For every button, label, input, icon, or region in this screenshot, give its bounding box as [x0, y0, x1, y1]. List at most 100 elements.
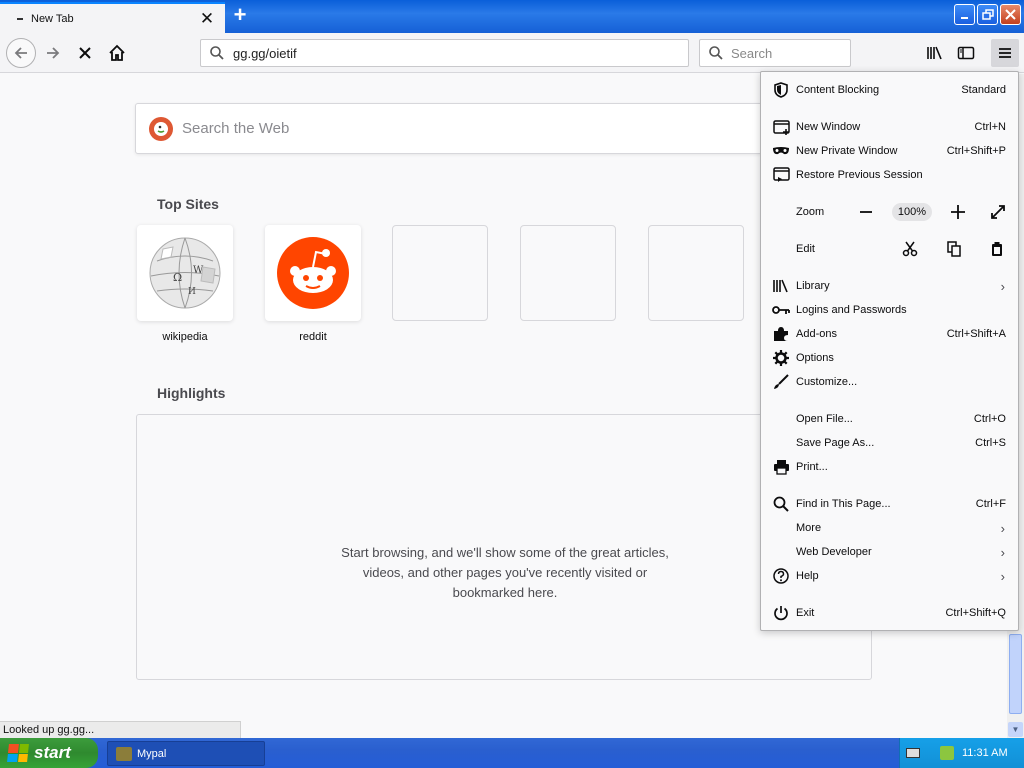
menu-shortcut: Ctrl+Shift+A	[946, 328, 1006, 340]
stop-button[interactable]	[71, 39, 99, 67]
menu-item-content-blocking[interactable]: Content Blocking Standard	[761, 79, 1018, 101]
start-label: start	[34, 743, 71, 762]
url-bar[interactable]: gg.gg/oietif	[200, 39, 689, 67]
top-site-tile-reddit[interactable]	[265, 225, 361, 321]
top-site-tile-empty[interactable]	[392, 225, 488, 321]
app-menu-panel: Content Blocking Standard New Window Ctr…	[760, 71, 1019, 631]
close-icon	[1005, 9, 1016, 20]
menu-item-addons[interactable]: Add-ons Ctrl+Shift+A	[761, 323, 1018, 345]
power-icon	[772, 604, 790, 622]
search-icon	[709, 46, 723, 60]
new-tab-button[interactable]: +	[230, 4, 250, 26]
close-window-button[interactable]	[1000, 4, 1021, 25]
menu-item-help[interactable]: Help ›	[761, 565, 1018, 587]
shield-icon	[772, 81, 790, 99]
menu-shortcut: Ctrl+S	[975, 437, 1006, 449]
menu-item-zoom: Zoom 100%	[761, 201, 1018, 223]
restore-icon	[981, 8, 994, 20]
menu-label: Logins and Passwords	[796, 304, 907, 316]
menu-item-library[interactable]: Library ›	[761, 275, 1018, 297]
menu-label: Open File...	[796, 413, 853, 425]
arrow-left-icon	[14, 47, 27, 59]
menu-label: Help	[796, 570, 819, 582]
start-button[interactable]: start	[0, 738, 98, 768]
taskbar-item-mypal[interactable]: Mypal	[107, 741, 265, 766]
windows-logo-icon	[7, 744, 29, 762]
search-bar[interactable]: Search	[699, 39, 851, 67]
help-icon	[772, 567, 790, 585]
title-bar: New Tab ✕ +	[0, 0, 1024, 33]
stop-x-icon	[79, 47, 91, 59]
top-site-tile-empty[interactable]	[520, 225, 616, 321]
taskbar: start Mypal 11:31 AM	[0, 738, 1024, 768]
restore-button[interactable]	[977, 4, 998, 25]
menu-item-find[interactable]: Find in This Page... Ctrl+F	[761, 493, 1018, 515]
menu-item-open-file[interactable]: Open File... Ctrl+O	[761, 408, 1018, 430]
fullscreen-icon[interactable]	[987, 201, 1009, 223]
menu-item-exit[interactable]: Exit Ctrl+Shift+Q	[761, 602, 1018, 624]
menu-item-customize[interactable]: Customize...	[761, 371, 1018, 393]
menu-item-print[interactable]: Print...	[761, 456, 1018, 478]
home-icon	[109, 44, 125, 61]
menu-separator	[761, 399, 1018, 400]
sidebar-icon	[957, 46, 975, 60]
menu-item-options[interactable]: Options	[761, 347, 1018, 369]
back-button[interactable]	[6, 38, 36, 68]
menu-label: Add-ons	[796, 328, 837, 340]
menu-separator	[761, 107, 1018, 108]
app-menu-button[interactable]	[991, 39, 1019, 67]
menu-label: New Private Window	[796, 145, 898, 157]
menu-item-edit: Edit	[761, 238, 1018, 260]
paintbrush-icon	[772, 373, 790, 391]
menu-item-logins[interactable]: Logins and Passwords	[761, 299, 1018, 321]
menu-shortcut: Ctrl+N	[974, 121, 1006, 133]
chevron-right-icon: ›	[1000, 520, 1005, 536]
tab-new-tab[interactable]: New Tab ✕	[0, 2, 225, 33]
scroll-down-arrow-icon[interactable]: ▼	[1008, 722, 1023, 737]
zoom-out-icon[interactable]	[855, 201, 877, 223]
minimize-button[interactable]	[954, 4, 975, 25]
sidebar-button[interactable]	[952, 39, 980, 67]
menu-item-save-page[interactable]: Save Page As... Ctrl+S	[761, 432, 1018, 454]
keyboard-icon[interactable]	[906, 748, 920, 758]
library-button[interactable]	[921, 39, 949, 67]
system-tray: 11:31 AM	[899, 738, 1024, 768]
duckduckgo-icon	[149, 116, 173, 141]
minimize-icon	[960, 16, 968, 19]
svg-text:Ω: Ω	[173, 271, 182, 284]
network-icon[interactable]	[940, 746, 954, 760]
menu-label: Save Page As...	[796, 437, 875, 449]
taskbar-item-label: Mypal	[137, 747, 167, 760]
top-site-tile-empty[interactable]	[648, 225, 744, 321]
scrollbar-thumb[interactable]	[1009, 634, 1022, 714]
home-button[interactable]	[103, 39, 131, 67]
menu-item-web-developer[interactable]: Web Developer ›	[761, 541, 1018, 563]
library-icon	[772, 277, 790, 295]
menu-item-restore-session[interactable]: Restore Previous Session	[761, 164, 1018, 186]
zoom-in-icon[interactable]	[947, 201, 969, 223]
search-icon	[210, 46, 224, 60]
paste-icon[interactable]	[986, 238, 1008, 260]
cut-icon[interactable]	[899, 238, 921, 260]
forward-button[interactable]	[39, 39, 67, 67]
menu-label: Options	[796, 352, 834, 364]
duck-icon	[154, 121, 168, 136]
menu-item-new-window[interactable]: New Window Ctrl+N	[761, 116, 1018, 138]
tab-loading-icon	[17, 17, 23, 20]
top-sites-heading: Top Sites	[157, 196, 219, 212]
tab-close-icon[interactable]: ✕	[197, 9, 217, 29]
menu-label: Customize...	[796, 376, 858, 388]
menu-label: New Window	[796, 121, 861, 133]
top-site-tile-wikipedia[interactable]: Ω W И	[137, 225, 233, 321]
url-text: gg.gg/oietif	[233, 45, 297, 61]
copy-icon[interactable]	[943, 238, 965, 260]
key-icon	[772, 301, 790, 319]
menu-shortcut: Ctrl+O	[973, 413, 1006, 425]
library-icon	[927, 46, 942, 60]
menu-item-new-private-window[interactable]: New Private Window Ctrl+Shift+P	[761, 140, 1018, 162]
menu-shortcut: Ctrl+Shift+Q	[945, 607, 1006, 619]
svg-text:И: И	[188, 287, 196, 297]
zoom-level[interactable]: 100%	[892, 203, 932, 221]
chevron-right-icon: ›	[1000, 568, 1005, 584]
menu-item-more[interactable]: More ›	[761, 517, 1018, 539]
